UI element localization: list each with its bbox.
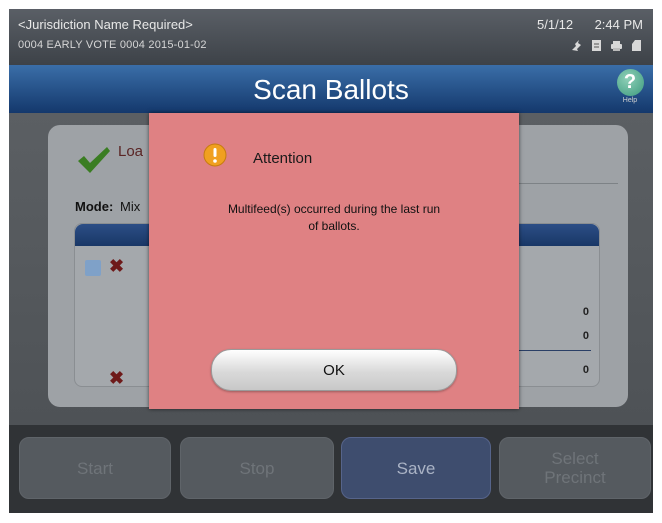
memory-card-icon — [630, 39, 643, 52]
count-value: 0 — [582, 306, 589, 318]
status-bar: <Jurisdiction Name Required> 0004 EARLY … — [9, 9, 653, 65]
count-value: 0 — [582, 364, 589, 376]
kiosk-screen: <Jurisdiction Name Required> 0004 EARLY … — [9, 9, 653, 513]
attention-dialog: Attention Multifeed(s) occurred during t… — [149, 113, 519, 409]
save-button[interactable]: Save — [341, 437, 491, 499]
stop-button[interactable]: Stop — [180, 437, 334, 499]
select-precinct-label-line1: Select — [551, 449, 599, 468]
delete-icon[interactable]: ✖ — [109, 368, 124, 389]
election-info: 0004 EARLY VOTE 0004 2015-01-02 — [18, 39, 207, 51]
count-value: 0 — [582, 330, 589, 342]
title-bar: Scan Ballots ? Help — [9, 65, 653, 114]
help-button[interactable]: ? Help — [615, 69, 645, 104]
dialog-message: Multifeed(s) occurred during the last ru… — [189, 201, 479, 235]
start-button[interactable]: Start — [19, 437, 171, 499]
delete-icon[interactable]: ✖ — [109, 256, 124, 277]
help-label: Help — [622, 97, 638, 104]
help-icon: ? — [616, 69, 644, 96]
dialog-message-line2: of ballots. — [308, 219, 360, 233]
dialog-message-line1: Multifeed(s) occurred during the last ru… — [227, 202, 441, 216]
document-icon — [590, 39, 603, 52]
mode-value: Mix — [120, 199, 141, 214]
status-time: 2:44 PM — [594, 17, 643, 32]
network-icon — [570, 39, 583, 52]
select-precinct-label-line2: Precinct — [544, 468, 606, 487]
page-title: Scan Ballots — [253, 74, 409, 105]
action-button-row: Start Stop Save Select Precinct — [9, 425, 653, 513]
ok-button[interactable]: OK — [211, 349, 457, 391]
select-precinct-button[interactable]: Select Precinct — [499, 437, 651, 499]
checkmark-icon — [76, 145, 112, 180]
printer-icon — [610, 39, 623, 52]
scan-status-text: Loa — [118, 143, 144, 160]
mode-label: Mode: — [75, 199, 114, 214]
jurisdiction-name: <Jurisdiction Name Required> — [18, 17, 193, 32]
status-date: 5/1/12 — [537, 17, 574, 32]
magnifier-icon[interactable] — [85, 260, 101, 276]
dialog-heading: Attention — [253, 150, 313, 167]
status-icons — [570, 39, 643, 52]
warning-icon — [203, 143, 227, 167]
